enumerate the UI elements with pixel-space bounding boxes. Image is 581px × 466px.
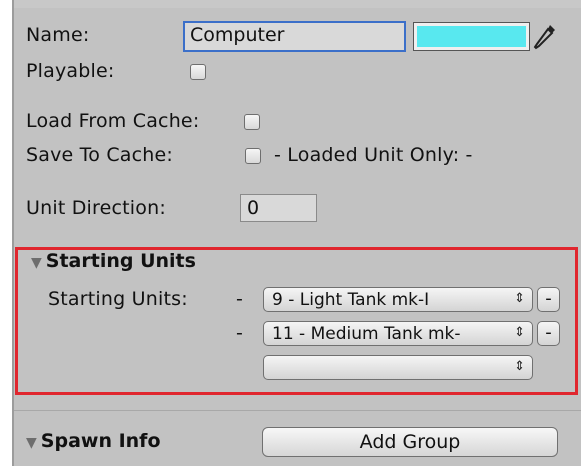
triangle-down-icon: ▼ bbox=[26, 435, 37, 451]
starting-unit-dash: - bbox=[236, 288, 244, 310]
section-divider bbox=[14, 410, 581, 411]
add-group-button[interactable]: Add Group bbox=[262, 427, 558, 457]
loaded-unit-only-label: - Loaded Unit Only: - bbox=[274, 144, 473, 166]
up-down-arrows-icon: ⇕ bbox=[514, 325, 525, 340]
add-starting-unit-popup[interactable]: ⇕ bbox=[263, 355, 533, 380]
up-down-arrows-icon: ⇕ bbox=[514, 291, 525, 306]
eyedropper-icon[interactable] bbox=[532, 22, 558, 52]
unit-direction-label: Unit Direction: bbox=[26, 197, 166, 219]
name-input[interactable]: Computer bbox=[183, 21, 406, 52]
save-to-cache-checkbox[interactable] bbox=[245, 148, 261, 164]
remove-starting-unit-button-1[interactable]: - bbox=[537, 287, 560, 312]
name-label: Name: bbox=[26, 24, 90, 46]
panel-top-edge bbox=[14, 0, 581, 8]
spawn-info-foldout[interactable]: ▼ Spawn Info bbox=[26, 430, 161, 452]
triangle-down-icon: ▼ bbox=[31, 255, 42, 271]
unit-direction-value: 0 bbox=[247, 197, 260, 219]
starting-units-header: Starting Units bbox=[45, 250, 196, 272]
remove-starting-unit-button-2[interactable]: - bbox=[537, 321, 560, 346]
starting-units-field-label: Starting Units: bbox=[48, 288, 188, 310]
load-from-cache-checkbox[interactable] bbox=[244, 114, 260, 130]
playable-label: Playable: bbox=[26, 60, 115, 82]
spawn-info-header: Spawn Info bbox=[40, 430, 161, 452]
color-swatch bbox=[417, 26, 526, 47]
color-field[interactable] bbox=[413, 22, 530, 51]
panel-left-border bbox=[12, 0, 14, 466]
starting-unit-popup-2[interactable]: 11 - Medium Tank mk- ⇕ bbox=[263, 321, 533, 346]
unit-direction-input[interactable]: 0 bbox=[240, 194, 317, 222]
load-from-cache-label: Load From Cache: bbox=[26, 110, 200, 132]
starting-unit-popup-value: 11 - Medium Tank mk- bbox=[272, 324, 461, 344]
starting-unit-dash: - bbox=[236, 322, 244, 344]
starting-unit-popup-value: 9 - Light Tank mk-I bbox=[272, 290, 430, 310]
up-down-arrows-icon: ⇕ bbox=[514, 359, 525, 374]
name-input-value: Computer bbox=[190, 24, 285, 46]
playable-checkbox[interactable] bbox=[190, 64, 206, 80]
starting-unit-popup-1[interactable]: 9 - Light Tank mk-I ⇕ bbox=[263, 287, 533, 312]
starting-units-foldout[interactable]: ▼ Starting Units bbox=[31, 250, 196, 272]
save-to-cache-label: Save To Cache: bbox=[26, 144, 174, 166]
